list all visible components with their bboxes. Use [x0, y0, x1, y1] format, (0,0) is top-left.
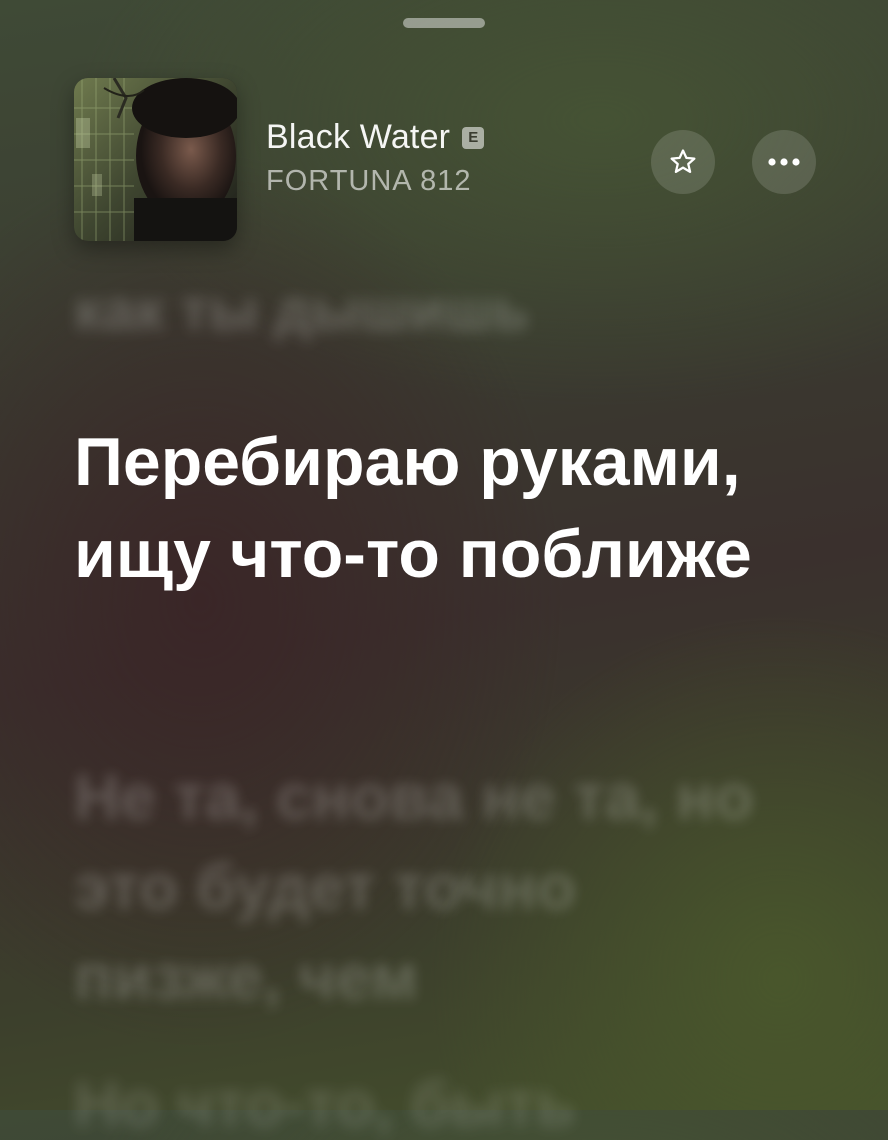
lyric-line-upcoming[interactable]: Но что-то, быть	[74, 1072, 794, 1136]
track-title-row: Black Water E	[266, 118, 485, 157]
more-options-button[interactable]	[752, 130, 816, 194]
album-artwork[interactable]	[74, 78, 237, 241]
now-playing-header: Black Water E FORTUNA 812	[74, 78, 824, 242]
track-title: Black Water	[266, 118, 451, 156]
explicit-badge: E	[462, 126, 485, 149]
lyric-line-previous[interactable]: как ты дышишь	[74, 282, 794, 340]
track-info[interactable]: Black Water E FORTUNA 812	[266, 118, 485, 198]
album-artwork-image	[74, 78, 237, 241]
star-icon	[670, 149, 696, 173]
track-artist[interactable]: FORTUNA 812	[266, 165, 484, 198]
sheet-grabber-handle[interactable]	[403, 18, 485, 28]
lyric-line-current[interactable]: Перебираю руками, ищу что-то поближе	[74, 416, 754, 600]
lyric-line-next[interactable]: Не та, снова не та, но это будет точно п…	[74, 752, 794, 1022]
ellipsis-icon	[768, 158, 800, 166]
favorite-button[interactable]	[651, 130, 715, 194]
